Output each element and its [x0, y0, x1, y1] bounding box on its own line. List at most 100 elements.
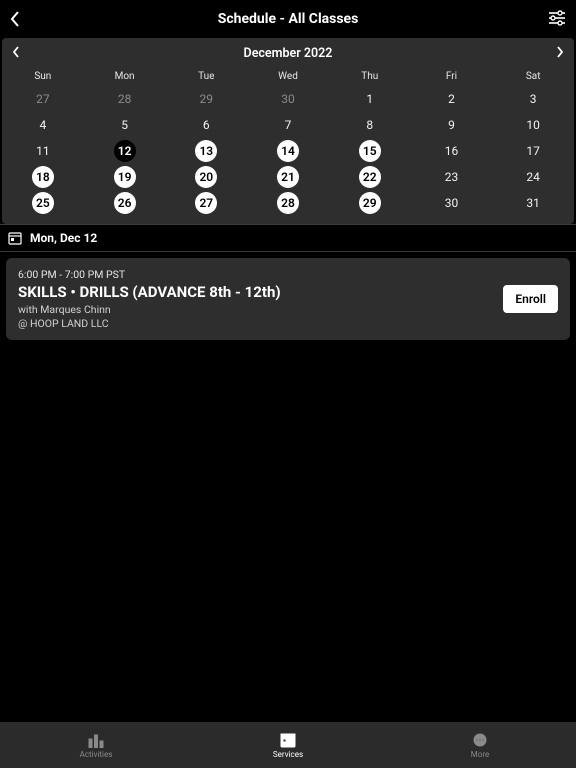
- day-cell[interactable]: 17: [492, 140, 574, 162]
- day-number: 30: [277, 88, 299, 110]
- day-number: 5: [114, 114, 136, 136]
- day-number: 14: [277, 140, 299, 162]
- day-cell[interactable]: 14: [247, 140, 329, 162]
- selected-date-header: Mon, Dec 12: [0, 224, 576, 252]
- day-number: 27: [32, 88, 54, 110]
- calendar-weeks: 2728293012345678910111213141516171819202…: [2, 86, 574, 216]
- month-label: December 2022: [20, 46, 556, 61]
- day-cell[interactable]: 8: [329, 114, 411, 136]
- week-row: 18 192021 22 23 24: [2, 164, 574, 190]
- bars-icon: [86, 732, 106, 748]
- day-cell[interactable]: 6: [165, 114, 247, 136]
- week-row: 25 26 27 28 2930 31: [2, 190, 574, 216]
- day-number: 1: [359, 88, 381, 110]
- day-number: 27: [195, 192, 217, 214]
- class-time: 6:00 PM - 7:00 PM PST: [18, 268, 558, 281]
- dow-cell: Fri: [411, 65, 493, 86]
- calendar: December 2022 SunMonTueWedThuFriSat 2728…: [2, 38, 574, 224]
- day-cell[interactable]: 27: [165, 192, 247, 214]
- back-button[interactable]: [10, 10, 20, 32]
- class-card[interactable]: 6:00 PM - 7:00 PM PST SKILLS • DRILLS (A…: [6, 258, 570, 340]
- day-cell[interactable]: 22: [329, 166, 411, 188]
- tab-activities[interactable]: Activities: [0, 722, 192, 768]
- day-cell[interactable]: 3: [492, 88, 574, 110]
- day-number: 25: [32, 192, 54, 214]
- day-number: 8: [359, 114, 381, 136]
- day-number: 28: [277, 192, 299, 214]
- day-cell[interactable]: 11: [2, 140, 84, 162]
- day-cell[interactable]: 4: [2, 114, 84, 136]
- day-number: 6: [195, 114, 217, 136]
- day-cell[interactable]: 2: [411, 88, 493, 110]
- more-icon: [470, 732, 490, 748]
- day-number: 28: [114, 88, 136, 110]
- day-number: 26: [114, 192, 136, 214]
- day-cell[interactable]: 31: [492, 192, 574, 214]
- day-cell[interactable]: 25: [2, 192, 84, 214]
- day-cell[interactable]: 7: [247, 114, 329, 136]
- week-row: 27 28 29 30 1 2 3: [2, 86, 574, 112]
- tab-more[interactable]: More: [384, 722, 576, 768]
- day-cell[interactable]: 5: [84, 114, 166, 136]
- day-number: 24: [522, 166, 544, 188]
- week-row: 4 5 6 7 8 9 10: [2, 112, 574, 138]
- chevron-right-icon: [556, 45, 564, 59]
- day-number: 23: [440, 166, 462, 188]
- day-cell[interactable]: 20: [165, 166, 247, 188]
- day-number: 4: [32, 114, 54, 136]
- class-instructor: with Marques Chinn: [18, 303, 558, 316]
- day-number: 13: [195, 140, 217, 162]
- filter-button[interactable]: [548, 10, 566, 30]
- day-cell[interactable]: 28: [247, 192, 329, 214]
- tab-services[interactable]: Services: [192, 722, 384, 768]
- tab-label: Activities: [80, 750, 113, 759]
- day-number: 11: [32, 140, 54, 162]
- calendar-icon: [278, 732, 298, 748]
- dow-cell: Sat: [492, 65, 574, 86]
- day-number: 16: [440, 140, 462, 162]
- day-cell[interactable]: 24: [492, 166, 574, 188]
- day-cell[interactable]: 27: [2, 88, 84, 110]
- dow-cell: Thu: [329, 65, 411, 86]
- day-cell[interactable]: 10: [492, 114, 574, 136]
- day-number: 7: [277, 114, 299, 136]
- class-title: SKILLS • DRILLS (ADVANCE 8th - 12th): [18, 283, 558, 301]
- day-cell[interactable]: 29: [329, 192, 411, 214]
- day-number: 31: [522, 192, 544, 214]
- prev-month-button[interactable]: [12, 44, 20, 63]
- calendar-icon: [8, 231, 22, 245]
- page-title: Schedule - All Classes: [218, 11, 359, 27]
- day-of-week-row: SunMonTueWedThuFriSat: [2, 65, 574, 86]
- day-number: 22: [359, 166, 381, 188]
- tab-label: More: [471, 750, 489, 759]
- day-cell[interactable]: 30: [247, 88, 329, 110]
- month-row: December 2022: [2, 38, 574, 65]
- day-cell[interactable]: 21: [247, 166, 329, 188]
- day-number: 18: [32, 166, 54, 188]
- day-number: 9: [440, 114, 462, 136]
- selected-date-label: Mon, Dec 12: [30, 231, 97, 245]
- day-cell[interactable]: 29: [165, 88, 247, 110]
- chevron-left-icon: [10, 10, 20, 28]
- day-cell[interactable]: 23: [411, 166, 493, 188]
- dow-cell: Wed: [247, 65, 329, 86]
- day-cell[interactable]: 1: [329, 88, 411, 110]
- day-cell[interactable]: 26: [84, 192, 166, 214]
- day-cell[interactable]: 12: [84, 140, 166, 162]
- day-number: 17: [522, 140, 544, 162]
- day-cell[interactable]: 9: [411, 114, 493, 136]
- day-cell[interactable]: 19: [84, 166, 166, 188]
- next-month-button[interactable]: [556, 44, 564, 63]
- day-cell[interactable]: 15: [329, 140, 411, 162]
- day-cell[interactable]: 30: [411, 192, 493, 214]
- tab-label: Services: [273, 750, 303, 759]
- day-cell[interactable]: 28: [84, 88, 166, 110]
- day-number: 12: [114, 140, 136, 162]
- enroll-button[interactable]: Enroll: [503, 285, 558, 313]
- day-number: 2: [440, 88, 462, 110]
- day-cell[interactable]: 13: [165, 140, 247, 162]
- day-cell[interactable]: 16: [411, 140, 493, 162]
- day-cell[interactable]: 18: [2, 166, 84, 188]
- dow-cell: Mon: [84, 65, 166, 86]
- class-location: @ HOOP LAND LLC: [18, 317, 558, 330]
